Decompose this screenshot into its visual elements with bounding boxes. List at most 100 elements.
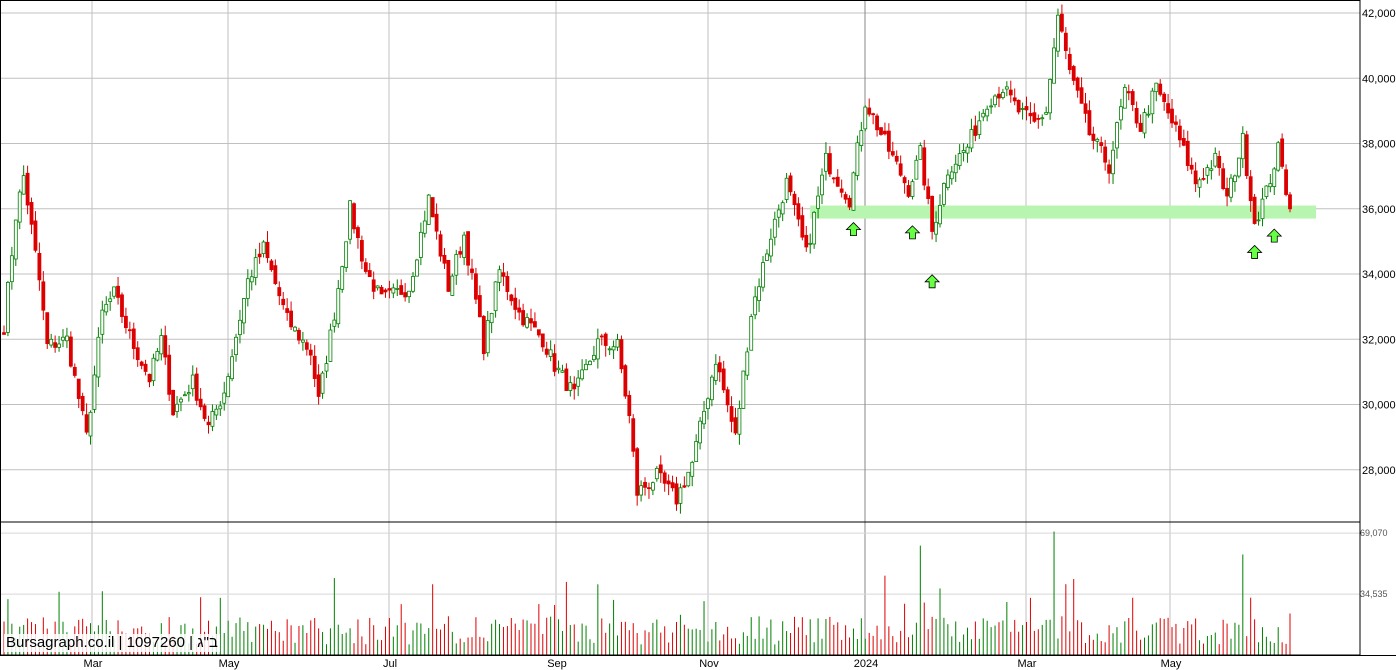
- candle-body: [379, 286, 384, 295]
- candle-body: [985, 108, 990, 117]
- candle-body: [1225, 187, 1229, 197]
- candle-body: [765, 253, 769, 261]
- candle-body: [391, 287, 396, 294]
- candle-body: [1020, 107, 1025, 110]
- candle-body: [265, 241, 270, 259]
- candle-body: [847, 197, 852, 208]
- candle-body: [678, 487, 683, 504]
- candle-body: [757, 286, 761, 301]
- candle-body: [776, 209, 781, 218]
- volume-tick-label: 34,535: [1360, 589, 1388, 599]
- candle-body: [442, 254, 447, 264]
- candle-body: [1260, 198, 1265, 220]
- candle-body: [49, 338, 54, 346]
- candle-body: [997, 93, 1001, 99]
- candle-body: [25, 172, 30, 206]
- candle-body: [88, 411, 93, 437]
- volume-tick-label: 69,070: [1360, 528, 1388, 538]
- candle-body: [289, 310, 293, 328]
- candle-body: [124, 315, 128, 329]
- candle-body: [670, 482, 675, 489]
- candle-body: [241, 298, 246, 324]
- candle-body: [721, 368, 726, 391]
- candle-body: [297, 329, 301, 341]
- candle-body: [1107, 164, 1111, 174]
- candle-body: [92, 374, 97, 410]
- candle-body: [304, 342, 309, 350]
- candle-body: [120, 294, 124, 317]
- candle-body: [1177, 125, 1182, 141]
- candle-body: [1213, 152, 1218, 167]
- candle-body: [1229, 177, 1233, 198]
- candle-body: [1284, 169, 1288, 195]
- candle-body: [1197, 179, 1202, 188]
- candle-body: [418, 231, 423, 258]
- candle-body: [179, 398, 183, 403]
- candle-body: [1016, 99, 1021, 113]
- candle-body: [1166, 103, 1170, 114]
- candle-body: [285, 308, 290, 313]
- candle-body: [533, 321, 537, 328]
- candle-body: [61, 336, 65, 341]
- candle-body: [824, 152, 828, 172]
- candle-body: [497, 269, 502, 283]
- price-tick-label: 36,000: [1362, 204, 1396, 216]
- candle-body: [485, 320, 490, 354]
- support-arrow: [924, 274, 941, 289]
- candle-body: [159, 335, 164, 355]
- candle-body: [544, 348, 549, 355]
- candle-body: [1063, 32, 1068, 51]
- candle-body: [906, 185, 911, 197]
- candle-body: [517, 307, 522, 313]
- price-tick-label: 38,000: [1362, 139, 1396, 151]
- candle-body: [202, 405, 207, 419]
- candle-body: [930, 195, 935, 232]
- candle-body: [434, 213, 439, 232]
- candle-body: [383, 289, 388, 293]
- support-arrow: [1266, 228, 1283, 243]
- time-tick-label: Nov: [699, 658, 719, 670]
- candle-body: [875, 115, 879, 131]
- candle-body: [827, 153, 832, 175]
- candle-body: [411, 275, 415, 292]
- candle-body: [898, 163, 903, 176]
- candle-body: [942, 183, 946, 205]
- candle-body: [395, 288, 400, 290]
- candle-body: [1004, 86, 1009, 90]
- candle-body: [733, 417, 738, 434]
- candle-body: [666, 480, 671, 485]
- candle-body: [45, 312, 50, 345]
- candle-body: [1193, 170, 1198, 185]
- candle-body: [1087, 110, 1092, 136]
- candle-body: [399, 285, 404, 295]
- candle-body: [698, 420, 702, 444]
- candle-body: [859, 130, 864, 146]
- candle-body: [599, 335, 604, 338]
- candle-body: [914, 159, 919, 180]
- candle-body: [556, 367, 561, 371]
- candle-body: [458, 251, 463, 255]
- candle-body: [619, 339, 624, 370]
- candle-body: [1221, 168, 1226, 190]
- candle-body: [576, 377, 581, 387]
- candle-body: [151, 357, 156, 382]
- candle-body: [690, 461, 695, 477]
- candle-body: [725, 389, 730, 406]
- candle-body: [1268, 183, 1273, 188]
- candle-body: [210, 411, 215, 427]
- candle-body: [171, 389, 176, 416]
- candle-body: [879, 127, 883, 135]
- candle-body: [1236, 157, 1241, 177]
- candle-body: [1201, 178, 1206, 180]
- candle-body: [961, 150, 966, 153]
- support-arrow: [845, 222, 862, 236]
- candle-body: [477, 295, 482, 318]
- candle-body: [529, 318, 533, 324]
- candle-body: [29, 202, 34, 225]
- candle-body: [328, 329, 333, 362]
- price-tick-label: 42,000: [1362, 8, 1396, 20]
- candle-body: [1130, 91, 1135, 106]
- candle-body: [525, 317, 529, 328]
- candle-body: [53, 342, 58, 348]
- time-tick-label: Mar: [84, 658, 103, 670]
